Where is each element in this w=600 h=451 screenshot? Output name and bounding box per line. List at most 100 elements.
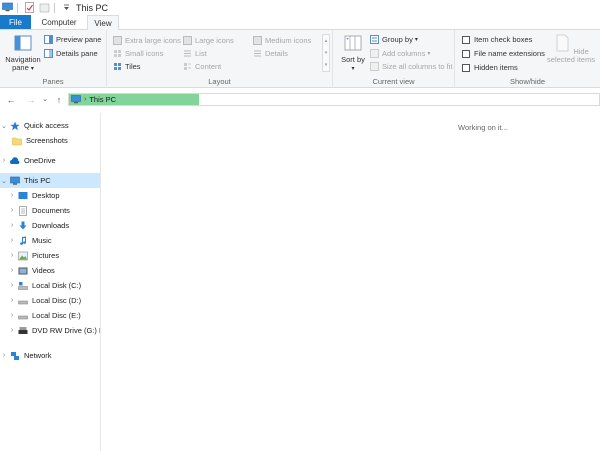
chevron-right-icon[interactable]: › xyxy=(8,237,16,244)
new-folder-icon[interactable] xyxy=(39,2,50,13)
cloud-icon xyxy=(10,156,20,164)
tree-item-local-disk-c[interactable]: › Local Disk (C:) xyxy=(0,278,100,293)
tree-item-music[interactable]: › Music xyxy=(0,233,100,248)
tree-item-quick-access[interactable]: ⌄ Quick access xyxy=(0,118,100,133)
layout-scroll[interactable]: ▴ ▾ ▾ xyxy=(322,34,330,72)
tree-item-label: Pictures xyxy=(32,251,60,260)
disk-icon xyxy=(18,300,28,304)
group-by-label: Group by xyxy=(382,35,413,44)
hide-selected-items-icon xyxy=(556,34,569,52)
hide-selected-items-button[interactable]: Hide selected items xyxy=(547,34,595,64)
tiles-icon xyxy=(114,63,121,70)
add-columns-button[interactable]: Add columns ▾ xyxy=(370,49,430,58)
tree-item-desktop[interactable]: › Desktop xyxy=(0,188,100,203)
panes-group: Navigation pane ▾ Preview pane Details p… xyxy=(0,30,107,88)
pictures-icon xyxy=(18,251,28,260)
file-name-extensions-toggle[interactable]: File name extensions xyxy=(462,49,545,58)
up-arrow-icon[interactable]: ↑ xyxy=(53,94,65,106)
chevron-right-icon[interactable]: › xyxy=(8,267,16,274)
file-name-extensions-label: File name extensions xyxy=(474,49,545,58)
chevron-down-icon: ▾ xyxy=(351,66,355,72)
group-label-layout: Layout xyxy=(208,77,231,86)
details-pane-icon xyxy=(44,49,53,58)
tree-item-screenshots[interactable]: Screenshots xyxy=(0,133,100,148)
navigation-pane: ⌄ Quick access Screenshots › OneDrive ⌄ … xyxy=(0,113,101,451)
tree-item-dvd-rw-drive-g[interactable]: › DVD RW Drive (G:) M xyxy=(0,323,100,338)
tab-computer[interactable]: Computer xyxy=(31,15,87,29)
tree-item-onedrive[interactable]: › OneDrive xyxy=(0,153,100,168)
address-bar[interactable]: › This PC xyxy=(68,93,600,106)
group-by-button[interactable]: Group by ▾ xyxy=(370,35,418,44)
tree-item-pictures[interactable]: › Pictures xyxy=(0,248,100,263)
file-list-area[interactable]: Working on it... xyxy=(102,113,600,451)
tiles-label: Tiles xyxy=(125,62,141,71)
item-check-boxes-label: Item check boxes xyxy=(474,35,533,44)
breadcrumb[interactable]: This PC xyxy=(89,95,116,104)
preview-pane-icon xyxy=(44,35,53,44)
chevron-down-icon[interactable]: ⌄ xyxy=(0,122,8,130)
small-icons-option[interactable]: Small icons xyxy=(113,49,163,58)
tree-item-downloads[interactable]: › Downloads xyxy=(0,218,100,233)
chevron-right-icon[interactable]: › xyxy=(8,252,16,259)
file-name-extensions-checkbox[interactable] xyxy=(462,49,470,58)
details-option[interactable]: Details xyxy=(253,49,288,58)
back-arrow-icon[interactable]: ← xyxy=(5,94,17,106)
size-all-columns-button[interactable]: Size all columns to fit xyxy=(370,62,452,71)
details-pane-button[interactable]: Details pane xyxy=(44,49,98,58)
chevron-right-icon[interactable]: › xyxy=(8,207,16,214)
navigation-pane-label: Navigation pane xyxy=(5,55,41,72)
content-view-icon xyxy=(184,63,191,70)
tree-item-label: OneDrive xyxy=(24,156,56,165)
content-label: Content xyxy=(195,62,222,71)
large-icons-option[interactable]: Large icons xyxy=(183,36,234,45)
item-check-boxes-toggle[interactable]: Item check boxes xyxy=(462,35,532,44)
sort-by-label: Sort by xyxy=(341,55,365,64)
chevron-right-icon[interactable]: › xyxy=(8,312,16,319)
chevron-down-icon: ▾ xyxy=(427,51,431,57)
tree-item-documents[interactable]: › Documents xyxy=(0,203,100,218)
navigation-pane-button[interactable]: Navigation pane ▾ xyxy=(3,34,43,73)
forward-arrow-icon[interactable]: → xyxy=(25,94,37,106)
extra-large-icons-option[interactable]: Extra large icons xyxy=(113,36,181,45)
item-check-boxes-checkbox[interactable] xyxy=(462,35,470,44)
tiles-option[interactable]: Tiles xyxy=(113,62,141,71)
chevron-right-icon[interactable]: › xyxy=(8,327,16,334)
tree-item-label: Network xyxy=(24,351,52,360)
medium-icons-option[interactable]: Medium icons xyxy=(253,36,311,45)
sort-by-button[interactable]: Sort by ▾ xyxy=(339,34,367,73)
chevron-right-icon[interactable]: › xyxy=(0,157,8,164)
tab-view[interactable]: View xyxy=(87,15,119,30)
group-by-icon xyxy=(370,35,379,44)
details-label: Details xyxy=(265,49,288,58)
hidden-items-toggle[interactable]: Hidden items xyxy=(462,63,518,72)
chevron-right-icon[interactable]: › xyxy=(8,282,16,289)
tree-item-label: Videos xyxy=(32,266,55,275)
tree-item-videos[interactable]: › Videos xyxy=(0,263,100,278)
customize-toolbar-icon[interactable] xyxy=(61,2,72,13)
tree-item-label: Quick access xyxy=(24,121,69,130)
tree-item-label: Documents xyxy=(32,206,70,215)
preview-pane-button[interactable]: Preview pane xyxy=(44,35,101,44)
properties-icon[interactable] xyxy=(24,2,35,13)
group-label-show-hide: Show/hide xyxy=(509,77,546,86)
list-option[interactable]: List xyxy=(183,49,207,58)
recent-locations-chevron-icon[interactable]: ⌄ xyxy=(39,94,51,106)
tree-item-this-pc[interactable]: ⌄ This PC xyxy=(0,173,100,188)
chevron-down-icon[interactable]: ⌄ xyxy=(0,177,8,185)
tree-item-network[interactable]: › Network xyxy=(0,348,100,363)
content-option[interactable]: Content xyxy=(183,62,221,71)
add-columns-icon xyxy=(370,49,379,58)
chevron-right-icon[interactable]: › xyxy=(8,297,16,304)
tree-item-local-disc-d[interactable]: › Local Disc (D:) xyxy=(0,293,100,308)
tree-item-local-disc-e[interactable]: › Local Disc (E:) xyxy=(0,308,100,323)
desktop-icon xyxy=(18,191,28,199)
hidden-items-checkbox[interactable] xyxy=(462,63,470,72)
title-bar: This PC xyxy=(0,0,600,15)
chevron-right-icon[interactable]: › xyxy=(8,222,16,229)
chevron-right-icon[interactable]: › xyxy=(0,352,8,359)
tab-file[interactable]: File xyxy=(0,15,31,29)
tree-item-label: Downloads xyxy=(32,221,70,230)
tree-item-label: Desktop xyxy=(32,191,60,200)
medium-icons-icon xyxy=(253,36,262,45)
chevron-right-icon[interactable]: › xyxy=(8,192,16,199)
